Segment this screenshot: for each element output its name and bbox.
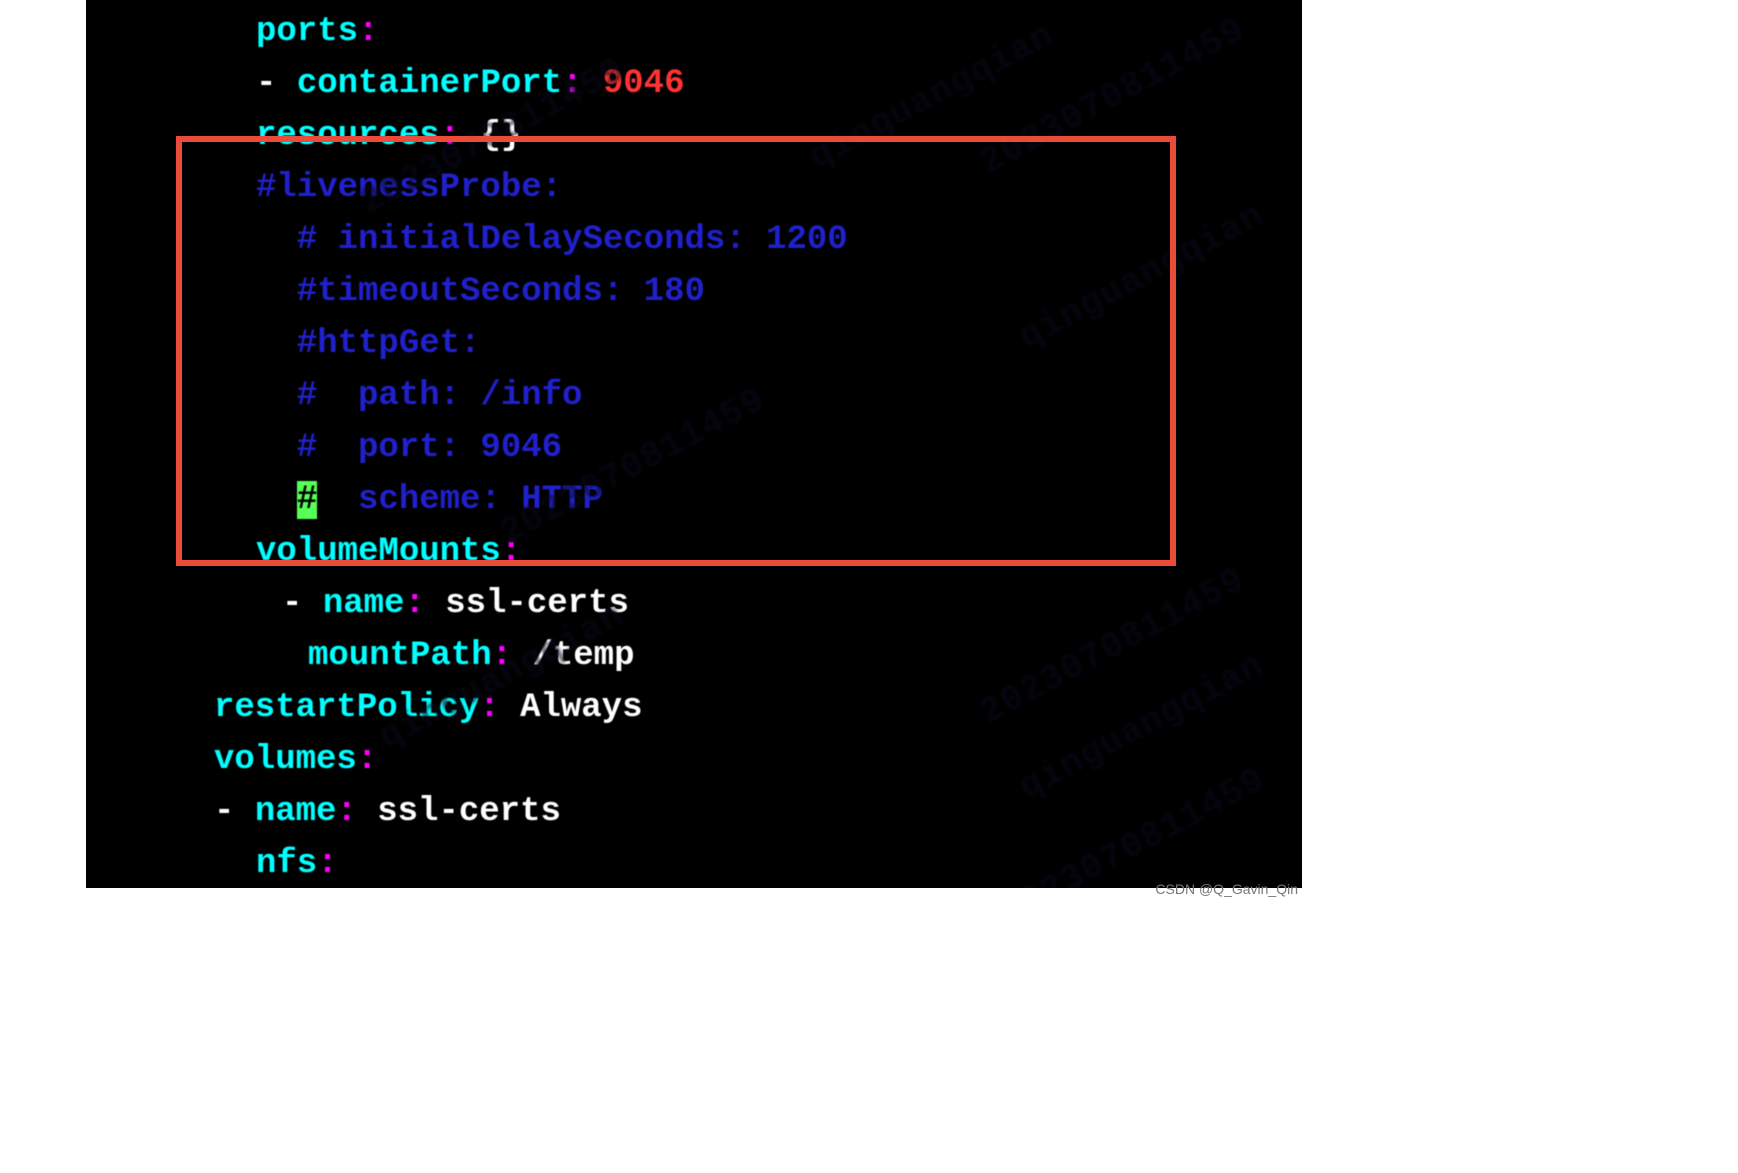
- yaml-comment: #timeoutSeconds: 180: [256, 273, 705, 311]
- yaml-key: restartPolicy: [214, 689, 479, 727]
- yaml-key: mountPath: [308, 637, 492, 675]
- yaml-dash: -: [214, 793, 255, 831]
- yaml-value: /temp: [532, 637, 634, 675]
- code-line: ports:: [86, 6, 1302, 58]
- yaml-key: name: [255, 793, 337, 831]
- yaml-colon: :: [336, 793, 377, 831]
- yaml-comment: #httpGet:: [256, 325, 480, 363]
- code-line-comment: # port: 9046: [86, 422, 1302, 474]
- yaml-colon: :: [501, 533, 521, 571]
- code-line-comment: #timeoutSeconds: 180: [86, 266, 1302, 318]
- yaml-comment: scheme: HTTP: [317, 481, 603, 519]
- yaml-key: volumes: [214, 741, 357, 779]
- code-area[interactable]: ports: - containerPort: 9046 resources: …: [86, 6, 1302, 888]
- code-line: - containerPort: 9046: [86, 58, 1302, 110]
- yaml-key: containerPort: [297, 65, 562, 103]
- code-line: - name: ssl-certs: [86, 786, 1302, 838]
- yaml-colon: :: [358, 13, 378, 51]
- code-line-comment: #livenessProbe:: [86, 162, 1302, 214]
- code-line: nfs:: [86, 838, 1302, 888]
- code-line-comment: # initialDelaySeconds: 1200: [86, 214, 1302, 266]
- yaml-value: {}: [480, 117, 521, 155]
- yaml-comment: #livenessProbe:: [256, 169, 562, 207]
- yaml-colon: :: [357, 741, 377, 779]
- yaml-comment: # initialDelaySeconds: 1200: [256, 221, 848, 259]
- yaml-dash: -: [256, 65, 297, 103]
- code-line: mountPath: /temp: [86, 630, 1302, 682]
- code-line-comment-cursor: # scheme: HTTP: [86, 474, 1302, 526]
- yaml-value: ssl-certs: [445, 585, 629, 623]
- yaml-value: Always: [520, 689, 642, 727]
- yaml-key: resources: [256, 117, 440, 155]
- yaml-value: 9046: [603, 65, 685, 103]
- yaml-colon: :: [404, 585, 445, 623]
- code-line-comment: #httpGet:: [86, 318, 1302, 370]
- yaml-value: ssl-certs: [377, 793, 561, 831]
- yaml-colon: :: [440, 117, 481, 155]
- terminal-editor[interactable]: ports: - containerPort: 9046 resources: …: [86, 0, 1302, 888]
- yaml-comment: # port: 9046: [256, 429, 562, 467]
- code-line: - name: ssl-certs: [86, 578, 1302, 630]
- yaml-comment: # path: /info: [256, 377, 582, 415]
- code-line: resources: {}: [86, 110, 1302, 162]
- yaml-colon: :: [479, 689, 520, 727]
- yaml-key: nfs: [256, 845, 317, 883]
- yaml-colon: :: [317, 845, 337, 883]
- yaml-dash: -: [282, 585, 323, 623]
- code-line: volumes:: [86, 734, 1302, 786]
- yaml-colon: :: [562, 65, 603, 103]
- cursor: #: [297, 481, 317, 519]
- yaml-key: name: [323, 585, 405, 623]
- yaml-key: ports: [256, 13, 358, 51]
- code-line: restartPolicy: Always: [86, 682, 1302, 734]
- code-line-comment: # path: /info: [86, 370, 1302, 422]
- yaml-colon: :: [492, 637, 533, 675]
- code-line: volumeMounts:: [86, 526, 1302, 578]
- footer-credit: CSDN @Q_Gavin_Qin: [1155, 881, 1298, 897]
- yaml-key: volumeMounts: [256, 533, 501, 571]
